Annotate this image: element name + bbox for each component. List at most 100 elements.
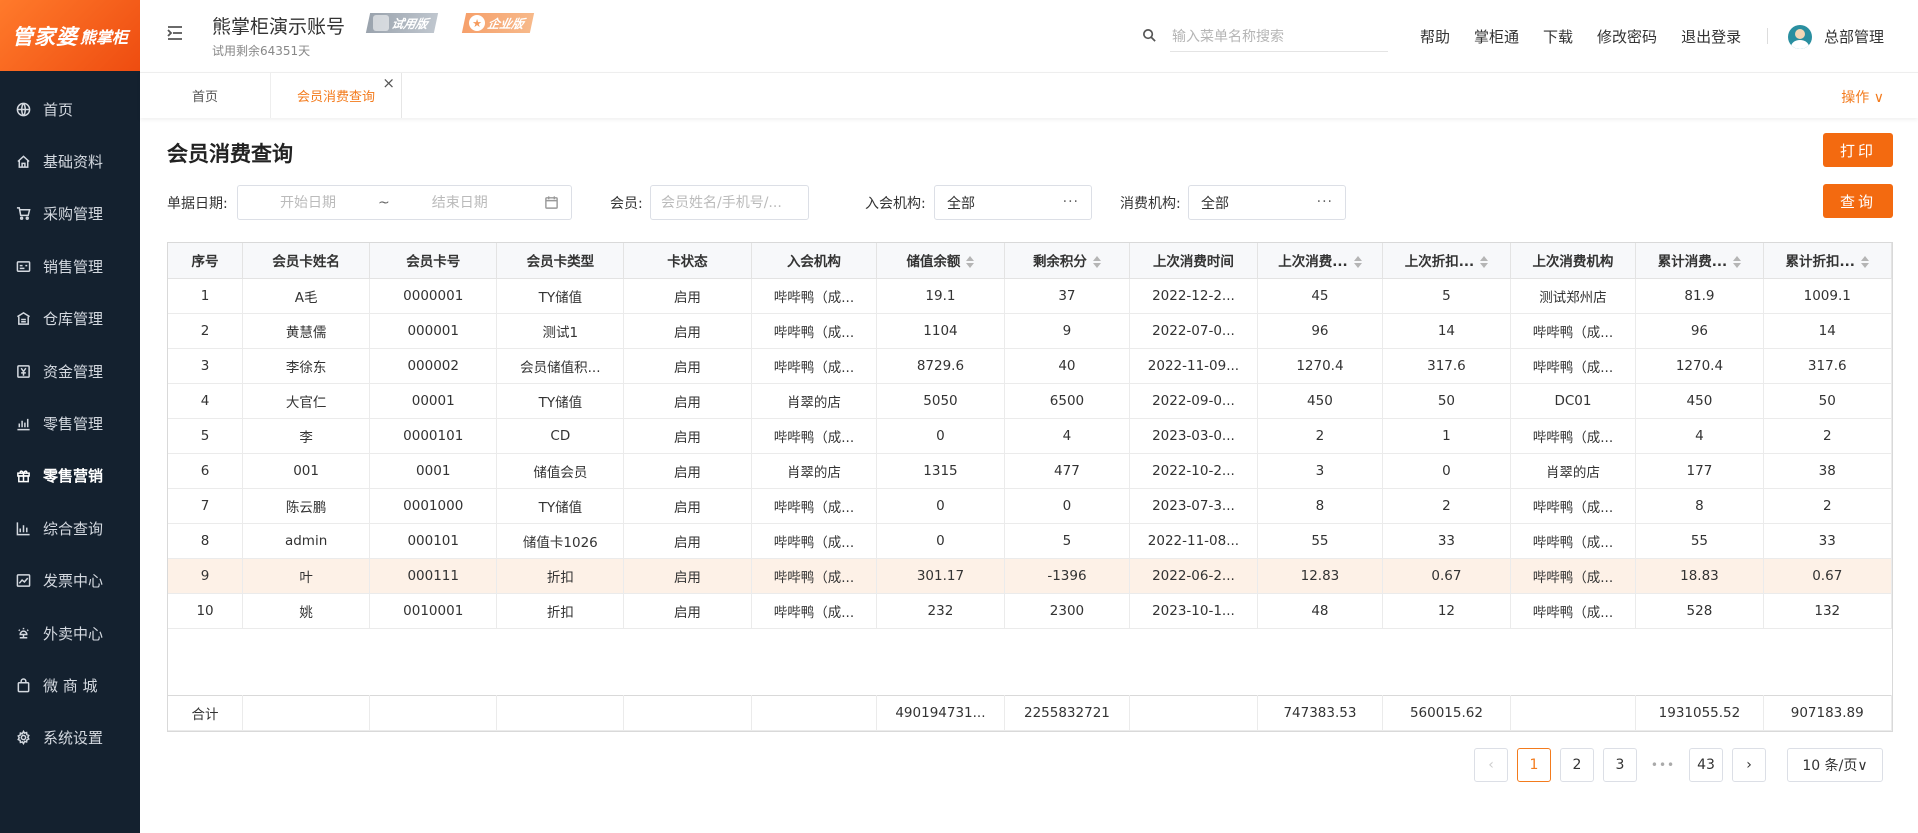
page-size-select[interactable]: 10 条/页∨	[1787, 748, 1883, 782]
sidebar-item-9[interactable]: 发票中心	[0, 555, 140, 607]
sidebar-item-12[interactable]: 系统设置	[0, 712, 140, 764]
sidebar-item-0[interactable]: 首页	[0, 83, 140, 135]
table-cell: 55	[1257, 523, 1384, 559]
end-date-input[interactable]	[389, 194, 530, 211]
table-row[interactable]: 10 姚 0010001 折扣 启用 哔哔鸭（成... 232 2300 2023-10-1..…	[168, 593, 1892, 629]
query-button[interactable]: 查询	[1823, 184, 1893, 218]
consume-org-select[interactable]: 全部 ···	[1188, 185, 1346, 220]
sidebar-item-3[interactable]: 销售管理	[0, 240, 140, 292]
table-cell: 450	[1635, 383, 1764, 419]
trial-badge: 试用版	[365, 13, 439, 33]
column-header[interactable]: 剩余积分	[1004, 243, 1131, 279]
logout-link[interactable]: 退出登录	[1681, 26, 1741, 47]
table-row[interactable]: 1 A毛 0000001 TY储值 启用 哔哔鸭（成... 19.1 37 2022-12-2.…	[168, 278, 1892, 314]
sales-icon	[15, 258, 31, 274]
member-consumption-table: 序号 会员卡姓名 会员卡号 会员卡类型 卡状态 入会机构 储值余额 剩余积分 上次消费时间 上次消…	[167, 242, 1893, 732]
table-row[interactable]: 5 李 0000101 CD 启用 哔哔鸭（成... 0 4 2023-03-0... 2 1 哔哔鸭…	[168, 418, 1892, 454]
start-date-input[interactable]	[238, 194, 378, 211]
table-cell: -1396	[1004, 558, 1131, 594]
top-header: 熊掌柜演示账号 试用版 ★企业版 试用剩余64351天 帮助 掌柜通 下载 修改…	[140, 0, 1918, 72]
join-org-label: 入会机构:	[865, 196, 926, 212]
column-header[interactable]: 累计折扣...	[1763, 243, 1892, 279]
sort-icon[interactable]	[1092, 256, 1101, 269]
table-cell: 姚	[242, 593, 371, 629]
more-pages-icon[interactable]: •••	[1646, 748, 1680, 782]
table-cell: 哔哔鸭（成...	[751, 348, 878, 384]
table-row[interactable]: 2 黄慧儒 000001 测试1 启用 哔哔鸭（成... 1104 9 2022-07-0...…	[168, 313, 1892, 349]
column-header-label: 上次折扣...	[1404, 254, 1475, 271]
close-icon[interactable]: ×	[382, 76, 395, 91]
sidebar-item-5[interactable]: 资金管理	[0, 345, 140, 397]
table-row[interactable]: 7 陈云鹏 0001000 TY储值 启用 哔哔鸭（成... 0 0 2023-07-3... 8…	[168, 488, 1892, 524]
join-org-select[interactable]: 全部 ···	[934, 185, 1092, 220]
column-header: 入会机构	[751, 243, 878, 279]
help-link[interactable]: 帮助	[1420, 26, 1450, 47]
tab-member-consumption[interactable]: 会员消费查询 ×	[271, 73, 402, 118]
table-cell: 0001000	[369, 488, 498, 524]
sidebar-item-8[interactable]: 综合查询	[0, 502, 140, 554]
page-button-last[interactable]: 43	[1689, 748, 1723, 782]
table-cell: 0000101	[369, 418, 498, 454]
date-range-picker[interactable]: ~	[237, 185, 572, 220]
sidebar-item-10[interactable]: 外卖中心	[0, 607, 140, 659]
tab-home[interactable]: 首页	[140, 73, 271, 118]
sort-icon[interactable]	[1480, 256, 1489, 269]
table-row[interactable]: 8 admin 000101 储值卡1026 启用 哔哔鸭（成... 0 5 2022-11-0…	[168, 523, 1892, 559]
calendar-icon[interactable]	[544, 195, 559, 210]
brand-logo[interactable]: 管家婆 熊掌柜	[0, 0, 140, 71]
sidebar-item-1[interactable]: 基础资料	[0, 135, 140, 187]
column-header[interactable]: 上次折扣...	[1382, 243, 1511, 279]
table-cell: 启用	[623, 418, 752, 454]
table-row[interactable]: 3 李徐东 000002 会员储值积... 启用 哔哔鸭（成... 8729.6 40 2022…	[168, 348, 1892, 384]
table-cell: DC01	[1510, 383, 1637, 419]
globe-icon	[15, 101, 31, 117]
bar-chart-icon	[15, 520, 31, 536]
table-cell: 哔哔鸭（成...	[751, 593, 878, 629]
sidebar-item-label: 采购管理	[43, 205, 104, 224]
member-search-input[interactable]	[650, 185, 809, 220]
sidebar-item-11[interactable]: 微 商 城	[0, 659, 140, 711]
download-link[interactable]: 下载	[1543, 26, 1573, 47]
sort-icon[interactable]	[966, 256, 975, 269]
sidebar-item-4[interactable]: 仓库管理	[0, 293, 140, 345]
table-cell: TY储值	[496, 383, 625, 419]
page-button-3[interactable]: 3	[1603, 748, 1637, 782]
sort-icon[interactable]	[1860, 256, 1869, 269]
column-header[interactable]: 上次消费...	[1257, 243, 1384, 279]
menu-toggle-icon[interactable]	[166, 24, 184, 42]
table-cell: 测试1	[496, 313, 625, 349]
table-cell: 8	[168, 523, 244, 559]
table-row[interactable]: 6 001 0001 储值会员 启用 肖翠的店 1315 477 2022-10-2... 3 0 肖…	[168, 453, 1892, 489]
sidebar-item-6[interactable]: 零售管理	[0, 397, 140, 449]
sidebar-item-7[interactable]: 零售营销	[0, 450, 140, 502]
page-button-2[interactable]: 2	[1560, 748, 1594, 782]
avatar[interactable]	[1788, 25, 1812, 49]
change-password-link[interactable]: 修改密码	[1597, 26, 1657, 47]
table-cell: 000001	[369, 313, 498, 349]
column-header-label: 入会机构	[786, 254, 841, 271]
user-name[interactable]: 总部管理	[1824, 26, 1884, 47]
operations-dropdown[interactable]: 操作 ∨	[1841, 87, 1884, 107]
search-icon[interactable]	[1142, 28, 1158, 44]
next-page-button[interactable]: ›	[1732, 748, 1766, 782]
print-button[interactable]: 打印	[1823, 133, 1893, 167]
table-cell: 317.6	[1763, 348, 1892, 384]
column-header[interactable]: 累计消费...	[1635, 243, 1764, 279]
column-header[interactable]: 储值余额	[876, 243, 1005, 279]
table-cell: 8	[1257, 488, 1384, 524]
column-header-label: 卡状态	[667, 254, 708, 271]
table-row[interactable]: 9 叶 000111 折扣 启用 哔哔鸭（成... 301.17 -1396 2022-06-2…	[168, 558, 1892, 594]
enterprise-badge: ★ 企业版	[461, 13, 535, 33]
logo-sub-text: 熊掌柜	[79, 27, 128, 47]
menu-search-input[interactable]	[1170, 22, 1388, 52]
page-button-1[interactable]: 1	[1517, 748, 1551, 782]
table-body: 1 A毛 0000001 TY储值 启用 哔哔鸭（成... 19.1 37 2022-12-2.…	[168, 278, 1892, 629]
gift-icon	[15, 468, 31, 484]
sidebar-item-2[interactable]: 采购管理	[0, 188, 140, 240]
sort-icon[interactable]	[1353, 256, 1362, 269]
sort-icon[interactable]	[1733, 256, 1742, 269]
table-row[interactable]: 4 大官仁 00001 TY储值 启用 肖翠的店 5050 6500 2022-09-0... 4…	[168, 383, 1892, 419]
prev-page-button[interactable]: ‹	[1474, 748, 1508, 782]
zhanggui-link[interactable]: 掌柜通	[1474, 26, 1519, 47]
table-cell: 232	[876, 593, 1005, 629]
